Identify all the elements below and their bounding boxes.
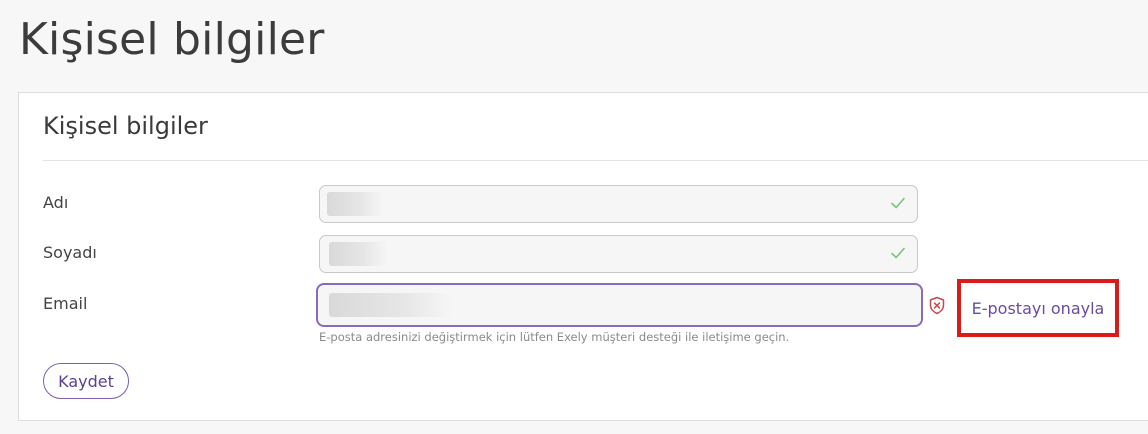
page-title: Kişisel bilgiler <box>19 14 325 65</box>
email-helper-text: E-posta adresinizi değiştirmek için lütf… <box>319 330 790 344</box>
save-button[interactable]: Kaydet <box>43 363 129 399</box>
first-name-value <box>327 192 383 216</box>
first-name-input[interactable] <box>319 185 918 223</box>
last-name-label: Soyadı <box>43 243 97 262</box>
check-icon <box>891 247 905 259</box>
email-value <box>329 293 453 317</box>
card-title: Kişisel bilgiler <box>43 112 208 140</box>
personal-info-card: Kişisel bilgiler Adı Soyadı Email E-post… <box>18 92 1148 421</box>
check-icon <box>891 197 905 209</box>
email-label: Email <box>43 294 88 313</box>
first-name-label: Adı <box>43 193 69 212</box>
email-input[interactable] <box>316 283 923 327</box>
verify-email-link[interactable]: E-postayı onayla <box>972 299 1105 318</box>
shield-x-icon <box>929 296 945 315</box>
last-name-value <box>329 242 387 266</box>
card-divider <box>43 160 1148 161</box>
verify-email-highlight: E-postayı onayla <box>957 279 1119 337</box>
last-name-input[interactable] <box>319 235 918 273</box>
